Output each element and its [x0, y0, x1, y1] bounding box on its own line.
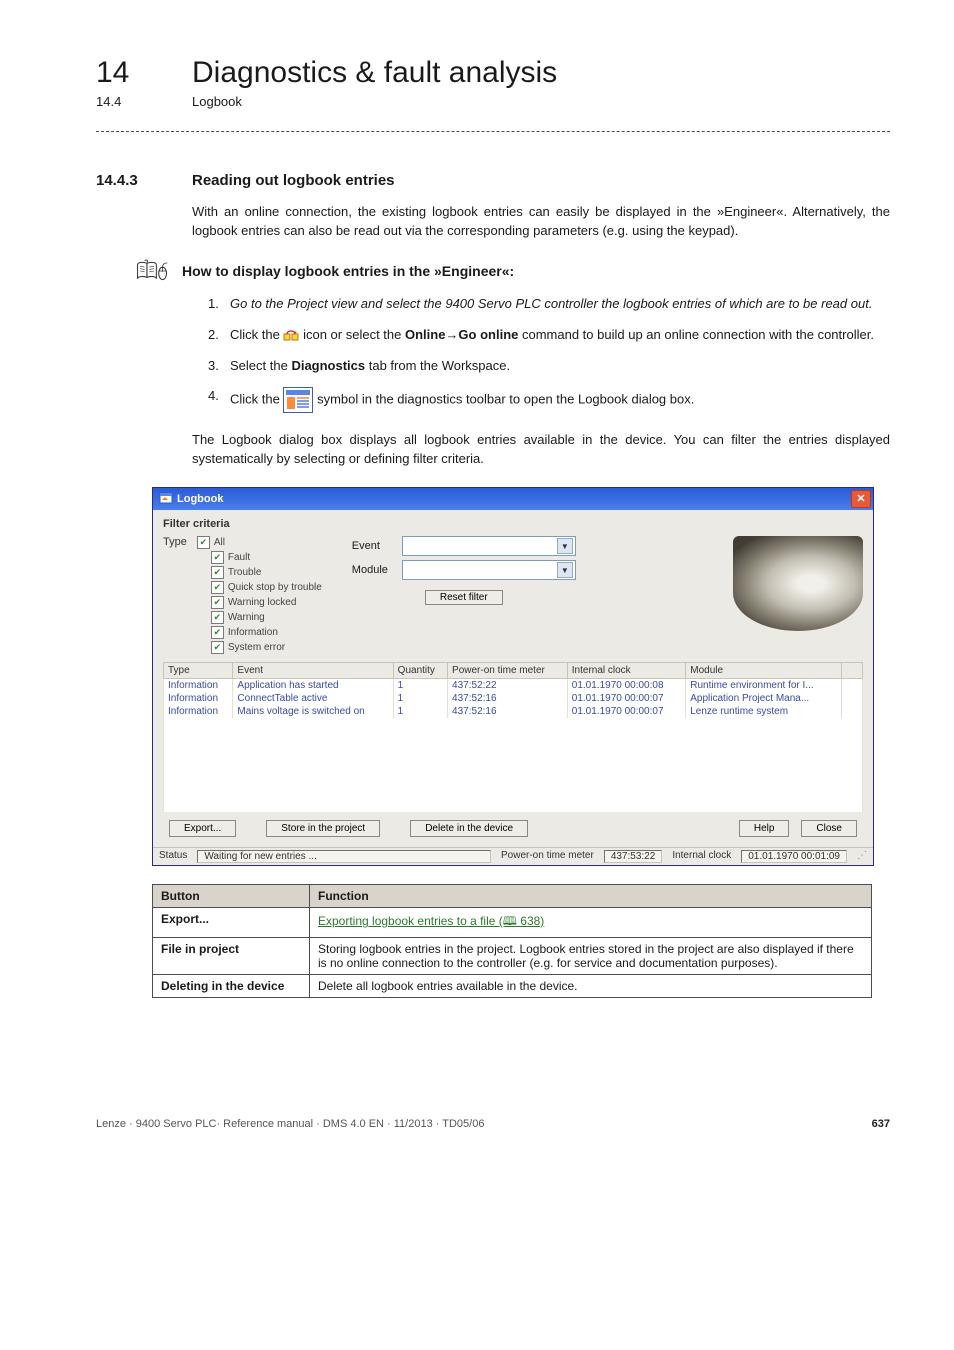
row-file-text: Storing logbook entries in the project. … [310, 938, 872, 975]
chevron-down-icon: ▼ [557, 538, 573, 554]
help-button[interactable]: Help [739, 820, 790, 837]
chapter-title: Diagnostics & fault analysis [192, 56, 557, 90]
resize-grip-icon[interactable]: ⋰ [857, 850, 867, 863]
page-footer: Lenze · 9400 Servo PLC· Reference manual… [96, 1118, 890, 1130]
col-quantity[interactable]: Quantity [393, 663, 447, 679]
check-warning[interactable]: ✔Warning [211, 611, 322, 624]
chevron-down-icon: ▼ [557, 562, 573, 578]
check-fault[interactable]: ✔Fault [211, 551, 322, 564]
filter-criteria-label: Filter criteria [163, 518, 863, 530]
export-link-ref[interactable]: (🕮 638) [495, 914, 544, 928]
step-number: 4. [208, 387, 230, 413]
table-row[interactable]: InformationConnectTable active1437:52:16… [164, 692, 863, 705]
check-trouble[interactable]: ✔Trouble [211, 566, 322, 579]
footer-left: Lenze · 9400 Servo PLC· Reference manual… [96, 1118, 484, 1130]
delete-button[interactable]: Delete in the device [410, 820, 528, 837]
step-number: 3. [208, 357, 230, 376]
table-row: File in project Storing logbook entries … [153, 938, 872, 975]
step-1: 1. Go to the Project view and select the… [208, 295, 890, 314]
doc-th-button: Button [153, 885, 310, 908]
table-row: Deleting in the device Delete all logboo… [153, 975, 872, 998]
module-dropdown[interactable]: ▼ [402, 560, 576, 580]
check-warning-locked[interactable]: ✔Warning locked [211, 596, 322, 609]
table-row[interactable]: InformationApplication has started1437:5… [164, 679, 863, 693]
event-dropdown[interactable]: ▼ [402, 536, 576, 556]
step-3: 3. Select the Diagnostics tab from the W… [208, 357, 890, 376]
row-export-label: Export... [161, 912, 209, 926]
table-row[interactable]: InformationMains voltage is switched on1… [164, 705, 863, 718]
howto-title: How to display logbook entries in the »E… [182, 263, 514, 279]
table-empty-area [164, 718, 863, 812]
export-link[interactable]: Exporting logbook entries to a file [318, 914, 495, 928]
col-module[interactable]: Module [686, 663, 842, 679]
check-all[interactable]: ✔All [197, 536, 322, 549]
dialog-title-icon [159, 492, 173, 507]
col-pot[interactable]: Power-on time meter [448, 663, 568, 679]
page-header: 14 Diagnostics & fault analysis [96, 56, 890, 90]
status-pot-value: 437:53:22 [604, 850, 663, 863]
sub-header: 14.4 Logbook [96, 94, 890, 109]
store-button[interactable]: Store in the project [266, 820, 380, 837]
col-spacer [842, 663, 863, 679]
table-row: Export... Exporting logbook entries to a… [153, 908, 872, 938]
page-number: 637 [872, 1118, 890, 1130]
dialog-titlebar: Logbook ✕ [153, 488, 873, 510]
status-pot-label: Power-on time meter [501, 850, 594, 863]
col-type[interactable]: Type [164, 663, 233, 679]
divider [96, 131, 890, 132]
log-table: Type Event Quantity Power-on time meter … [163, 662, 863, 812]
step-1-text: Go to the Project view and select the 94… [230, 296, 872, 311]
step-2: 2. Click the icon or select the Online→G… [208, 326, 890, 345]
brand-graphic [733, 536, 863, 631]
row-file-label: File in project [161, 942, 239, 956]
go-online-icon [283, 326, 299, 345]
col-event[interactable]: Event [233, 663, 393, 679]
logbook-toolbar-icon [283, 387, 313, 413]
module-dropdown-label: Module [352, 564, 396, 576]
section-number: 14.4.3 [96, 172, 192, 189]
section-title: Reading out logbook entries [192, 172, 395, 189]
step-number: 1. [208, 295, 230, 314]
after-steps-paragraph: The Logbook dialog box displays all logb… [192, 431, 890, 469]
event-dropdown-label: Event [352, 540, 396, 552]
sub-number: 14.4 [96, 94, 192, 109]
status-label: Status [159, 850, 187, 863]
step-4: 4. Click the symbol in the diagnostics t… [208, 387, 890, 413]
doc-th-function: Function [310, 885, 872, 908]
col-clock[interactable]: Internal clock [567, 663, 685, 679]
check-system-error[interactable]: ✔System error [211, 641, 322, 654]
step-2-text: Click the icon or select the Online→Go o… [230, 326, 890, 345]
steps-list: 1. Go to the Project view and select the… [208, 295, 890, 414]
status-clock-value: 01.01.1970 00:01:09 [741, 850, 847, 863]
check-quickstop[interactable]: ✔Quick stop by trouble [211, 581, 322, 594]
howto-row: How to display logbook entries in the »E… [136, 259, 890, 283]
status-text: Waiting for new entries ... [197, 850, 491, 863]
step-number: 2. [208, 326, 230, 345]
reset-filter-button[interactable]: Reset filter [425, 590, 503, 605]
sub-title: Logbook [192, 94, 242, 109]
check-information[interactable]: ✔Information [211, 626, 322, 639]
section-heading: 14.4.3 Reading out logbook entries [96, 172, 890, 189]
chapter-number: 14 [96, 56, 192, 90]
book-mouse-icon [136, 259, 182, 283]
type-label: Type [163, 536, 187, 654]
button-function-table: Button Function Export... Exporting logb… [152, 884, 872, 998]
dialog-statusbar: Status Waiting for new entries ... Power… [153, 847, 873, 865]
dialog-title: Logbook [177, 493, 223, 505]
status-clock-label: Internal clock [672, 850, 731, 863]
close-icon[interactable]: ✕ [851, 490, 871, 508]
row-delete-text: Delete all logbook entries available in … [310, 975, 872, 998]
logbook-dialog: Logbook ✕ Filter criteria Type ✔All ✔Fau… [152, 487, 874, 866]
step-4-text: Click the symbol in the diagnostics tool… [230, 387, 890, 413]
intro-paragraph: With an online connection, the existing … [192, 203, 890, 241]
step-3-text: Select the Diagnostics tab from the Work… [230, 357, 890, 376]
close-button[interactable]: Close [801, 820, 857, 837]
row-delete-label: Deleting in the device [161, 979, 284, 993]
export-button[interactable]: Export... [169, 820, 236, 837]
